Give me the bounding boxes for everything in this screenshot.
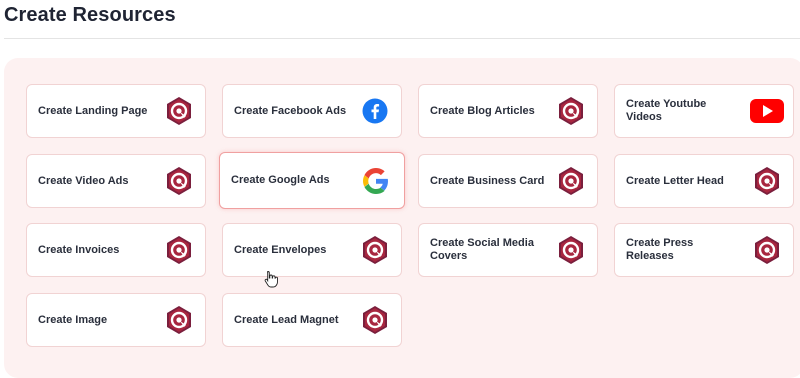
card-label: Create Image [38,313,108,326]
create-youtube-videos-card[interactable]: Create Youtube Videos [614,84,794,138]
brand-logo-icon [163,165,195,197]
create-social-media-covers-card[interactable]: Create Social Media Covers [418,223,598,277]
card-label: Create Press Releases [626,237,694,262]
create-press-releases-card[interactable]: Create Press Releases [614,223,794,277]
card-label: Create Youtube Videos [626,98,707,123]
card-label: Create Social Media Covers [430,237,534,262]
create-envelopes-card[interactable]: Create Envelopes [222,223,402,277]
create-blog-articles-card[interactable]: Create Blog Articles [418,84,598,138]
brand-logo-icon [555,95,587,127]
create-landing-page-card[interactable]: Create Landing Page [26,84,206,138]
card-label: Create Invoices [38,243,120,256]
card-label: Create Landing Page [38,104,148,117]
card-label: Create Facebook Ads [234,104,347,117]
create-letter-head-card[interactable]: Create Letter Head [614,154,794,208]
brand-logo-icon [163,304,195,336]
hand-cursor-icon [264,270,278,288]
resources-panel: Create Landing Page Create Facebook Ads … [4,58,800,378]
brand-logo-icon [359,304,391,336]
create-lead-magnet-card[interactable]: Create Lead Magnet [222,293,402,347]
brand-logo-icon [555,165,587,197]
google-icon [360,165,392,197]
brand-logo-icon [359,234,391,266]
card-label: Create Google Ads [231,174,330,186]
card-label: Create Business Card [430,174,545,187]
youtube-icon [749,95,785,127]
create-image-card[interactable]: Create Image [26,293,206,347]
brand-logo-icon [163,95,195,127]
brand-logo-icon [751,165,783,197]
create-facebook-ads-card[interactable]: Create Facebook Ads [222,84,402,138]
page-title: Create Resources [4,4,176,26]
card-label: Create Letter Head [626,174,724,187]
card-label: Create Blog Articles [430,104,535,117]
create-google-ads-card[interactable]: Create Google Ads [219,152,405,209]
brand-logo-icon [555,234,587,266]
create-invoices-card[interactable]: Create Invoices [26,223,206,277]
create-business-card-card[interactable]: Create Business Card [418,154,598,208]
brand-logo-icon [163,234,195,266]
brand-logo-icon [751,234,783,266]
facebook-icon [359,95,391,127]
card-label: Create Envelopes [234,243,327,256]
create-video-ads-card[interactable]: Create Video Ads [26,154,206,208]
card-label: Create Video Ads [38,174,129,187]
page-header: Create Resources [4,0,800,39]
card-label: Create Lead Magnet [234,313,339,326]
